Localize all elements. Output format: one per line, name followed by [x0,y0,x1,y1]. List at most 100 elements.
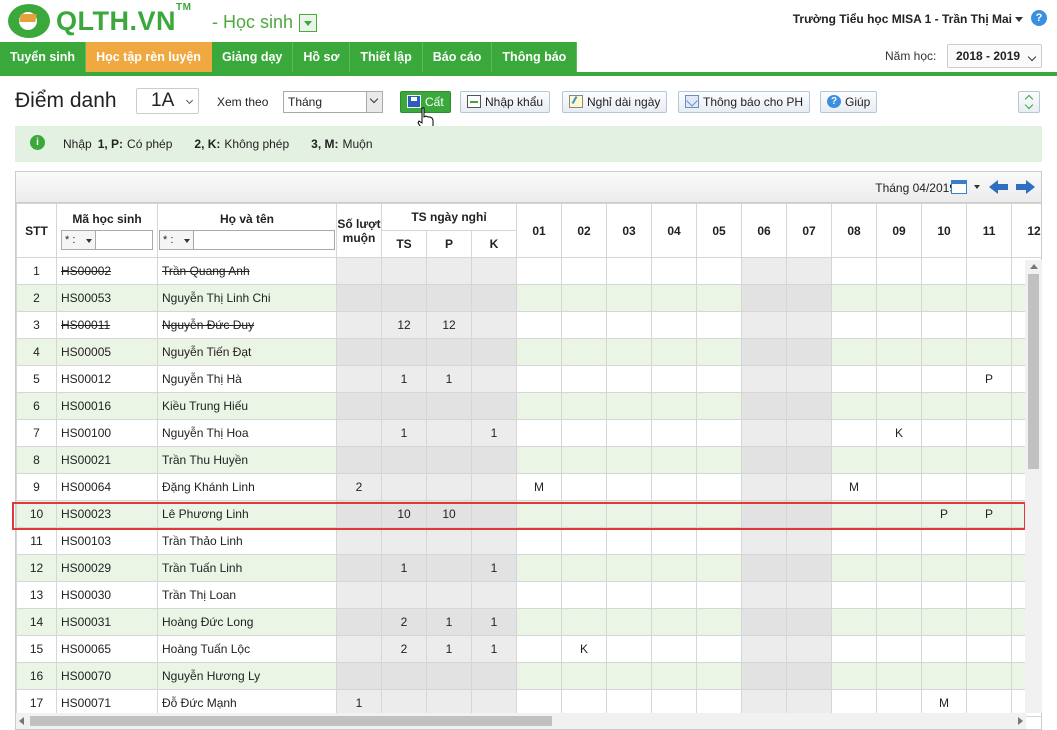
student-row[interactable]: 9 HS00064 Đặng Khánh Linh 2 M M [16,473,1041,501]
nav-tab-6[interactable]: Báo cáo [422,42,493,72]
attendance-day-cell[interactable] [966,311,1013,339]
attendance-day-cell[interactable] [786,257,833,285]
attendance-day-cell[interactable] [696,284,743,312]
student-row[interactable]: 15 HS00065 Hoàng Tuấn Lộc 2 1 1 K [16,635,1041,663]
view-by-select[interactable]: Tháng [283,91,383,113]
attendance-day-cell[interactable] [516,392,563,420]
attendance-day-cell[interactable] [786,419,833,447]
filter-input[interactable] [194,231,334,249]
attendance-day-cell[interactable] [606,365,653,393]
attendance-day-cell[interactable] [921,257,968,285]
student-row[interactable]: 4 HS00005 Nguyễn Tiến Đạt [16,338,1041,366]
attendance-day-cell[interactable] [561,365,608,393]
attendance-day-cell[interactable] [741,284,788,312]
attendance-day-cell[interactable] [876,473,923,501]
attendance-day-cell[interactable] [921,446,968,474]
attendance-day-cell[interactable] [516,311,563,339]
attendance-day-cell[interactable] [606,311,653,339]
filter-input[interactable] [96,231,152,249]
student-row[interactable]: 13 HS00030 Trần Thị Loan [16,581,1041,609]
attendance-day-cell[interactable] [876,338,923,366]
attendance-day-cell[interactable] [516,608,563,636]
attendance-day-cell[interactable] [651,581,698,609]
attendance-day-cell[interactable] [516,338,563,366]
attendance-day-cell[interactable] [696,392,743,420]
attendance-day-cell[interactable] [966,392,1013,420]
attendance-day-cell[interactable] [696,473,743,501]
nav-tab-7[interactable]: Thông báo [492,42,578,72]
attendance-day-cell[interactable] [831,392,878,420]
attendance-day-cell[interactable] [516,419,563,447]
scroll-left-icon[interactable] [19,717,24,725]
attendance-day-cell[interactable] [561,284,608,312]
attendance-day-cell[interactable] [741,581,788,609]
attendance-day-cell[interactable] [921,527,968,555]
attendance-day-cell[interactable] [876,554,923,582]
nav-tab-1[interactable]: Tuyển sinh [0,42,87,72]
nav-tab-5[interactable]: Thiết lập [350,42,423,72]
notify-parents-button[interactable]: Thông báo cho PH [678,91,811,113]
attendance-day-cell[interactable] [606,635,653,663]
attendance-day-cell[interactable] [831,527,878,555]
attendance-day-cell[interactable] [786,662,833,690]
attendance-day-cell[interactable] [966,446,1013,474]
student-row[interactable]: 3 HS00011 Nguyễn Đức Duy 12 12 [16,311,1041,339]
attendance-day-cell[interactable] [651,446,698,474]
attendance-day-cell[interactable] [831,338,878,366]
attendance-day-cell[interactable] [786,338,833,366]
help-icon[interactable]: ? [1031,10,1047,26]
attendance-day-cell[interactable] [516,635,563,663]
attendance-day-cell[interactable] [831,500,878,528]
attendance-day-cell[interactable] [831,365,878,393]
attendance-day-cell[interactable] [606,392,653,420]
attendance-day-cell[interactable] [651,257,698,285]
attendance-day-cell[interactable] [651,662,698,690]
attendance-day-cell[interactable] [966,554,1013,582]
attendance-day-cell[interactable] [786,365,833,393]
attendance-day-cell[interactable] [786,284,833,312]
attendance-day-cell[interactable] [606,527,653,555]
attendance-day-cell[interactable] [516,527,563,555]
attendance-day-cell[interactable] [876,527,923,555]
student-row[interactable]: 11 HS00103 Trần Thảo Linh [16,527,1041,555]
attendance-day-cell[interactable] [786,446,833,474]
student-row[interactable]: 12 HS00029 Trần Tuấn Linh 1 1 [16,554,1041,582]
attendance-day-cell[interactable] [696,446,743,474]
attendance-day-cell[interactable] [876,257,923,285]
attendance-day-cell[interactable] [741,473,788,501]
attendance-day-cell[interactable] [696,662,743,690]
attendance-day-cell[interactable] [606,419,653,447]
attendance-day-cell[interactable] [696,527,743,555]
attendance-day-cell[interactable] [741,446,788,474]
attendance-day-cell[interactable]: P [966,500,1013,528]
attendance-day-cell[interactable] [606,581,653,609]
attendance-day-cell[interactable]: M [516,473,563,501]
attendance-day-cell[interactable] [606,284,653,312]
attendance-day-cell[interactable] [831,257,878,285]
attendance-day-cell[interactable] [786,473,833,501]
attendance-day-cell[interactable] [696,338,743,366]
attendance-day-cell[interactable] [831,608,878,636]
attendance-day-cell[interactable] [966,419,1013,447]
attendance-day-cell[interactable] [561,446,608,474]
attendance-day-cell[interactable] [966,635,1013,663]
attendance-day-cell[interactable] [516,257,563,285]
attendance-day-cell[interactable]: K [561,635,608,663]
attendance-day-cell[interactable] [741,527,788,555]
attendance-day-cell[interactable] [651,419,698,447]
attendance-day-cell[interactable] [606,500,653,528]
attendance-day-cell[interactable] [876,284,923,312]
vertical-scrollbar[interactable] [1025,260,1042,713]
attendance-day-cell[interactable] [696,608,743,636]
student-row[interactable]: 5 HS00012 Nguyễn Thị Hà 1 1 P [16,365,1041,393]
attendance-day-cell[interactable] [561,419,608,447]
attendance-day-cell[interactable] [741,500,788,528]
import-button[interactable]: Nhập khẩu [460,91,551,113]
attendance-day-cell[interactable] [921,473,968,501]
attendance-day-cell[interactable] [606,257,653,285]
attendance-day-cell[interactable] [696,554,743,582]
attendance-day-cell[interactable]: M [831,473,878,501]
attendance-day-cell[interactable] [831,419,878,447]
attendance-day-cell[interactable] [966,284,1013,312]
attendance-day-cell[interactable] [966,527,1013,555]
